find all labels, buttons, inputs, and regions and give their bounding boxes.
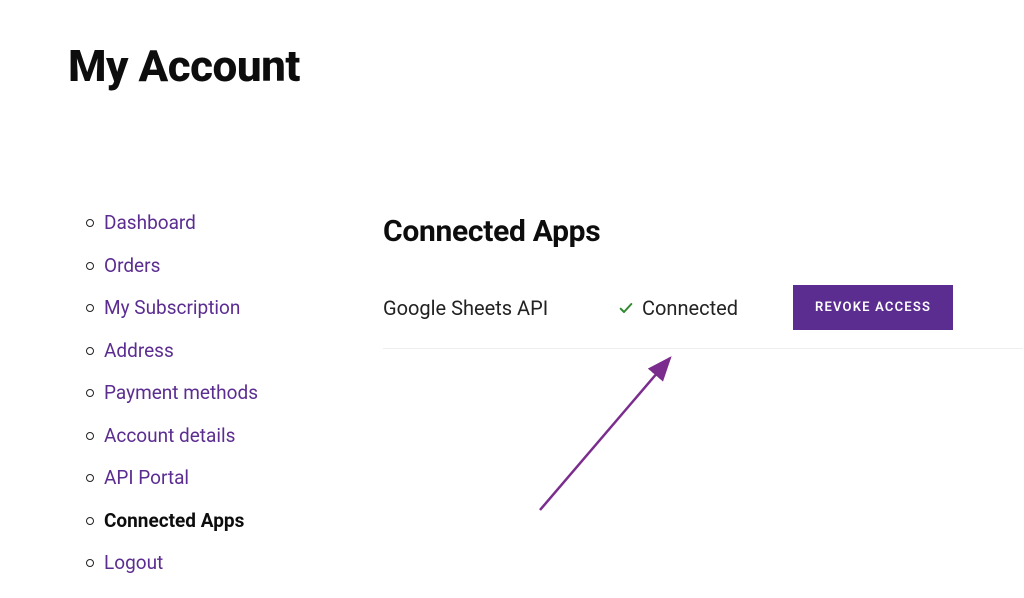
sidebar-item-dashboard[interactable]: Dashboard [104, 211, 196, 234]
sidebar-item-my-subscription[interactable]: My Subscription [104, 296, 240, 319]
sidebar-item-logout[interactable]: Logout [104, 551, 163, 574]
page-title: My Account [68, 40, 1024, 92]
account-sidebar: Dashboard Orders My Subscription Address… [68, 202, 348, 585]
sidebar-item-account-details[interactable]: Account details [104, 424, 235, 447]
app-name: Google Sheets API [383, 296, 618, 320]
section-title: Connected Apps [383, 214, 1024, 249]
status-text: Connected [642, 296, 738, 320]
main-content: Connected Apps Google Sheets API Connect… [348, 202, 1024, 349]
connected-app-row: Google Sheets API Connected REVOKE ACCES… [383, 285, 1023, 349]
check-icon [618, 300, 634, 316]
sidebar-item-connected-apps[interactable]: Connected Apps [104, 509, 244, 532]
revoke-access-button[interactable]: REVOKE ACCESS [793, 285, 953, 330]
sidebar-nav-list: Dashboard Orders My Subscription Address… [68, 202, 348, 585]
sidebar-item-orders[interactable]: Orders [104, 254, 160, 277]
sidebar-item-address[interactable]: Address [104, 339, 174, 362]
sidebar-item-api-portal[interactable]: API Portal [104, 466, 189, 489]
connection-status: Connected [618, 296, 793, 320]
sidebar-item-payment-methods[interactable]: Payment methods [104, 381, 258, 404]
